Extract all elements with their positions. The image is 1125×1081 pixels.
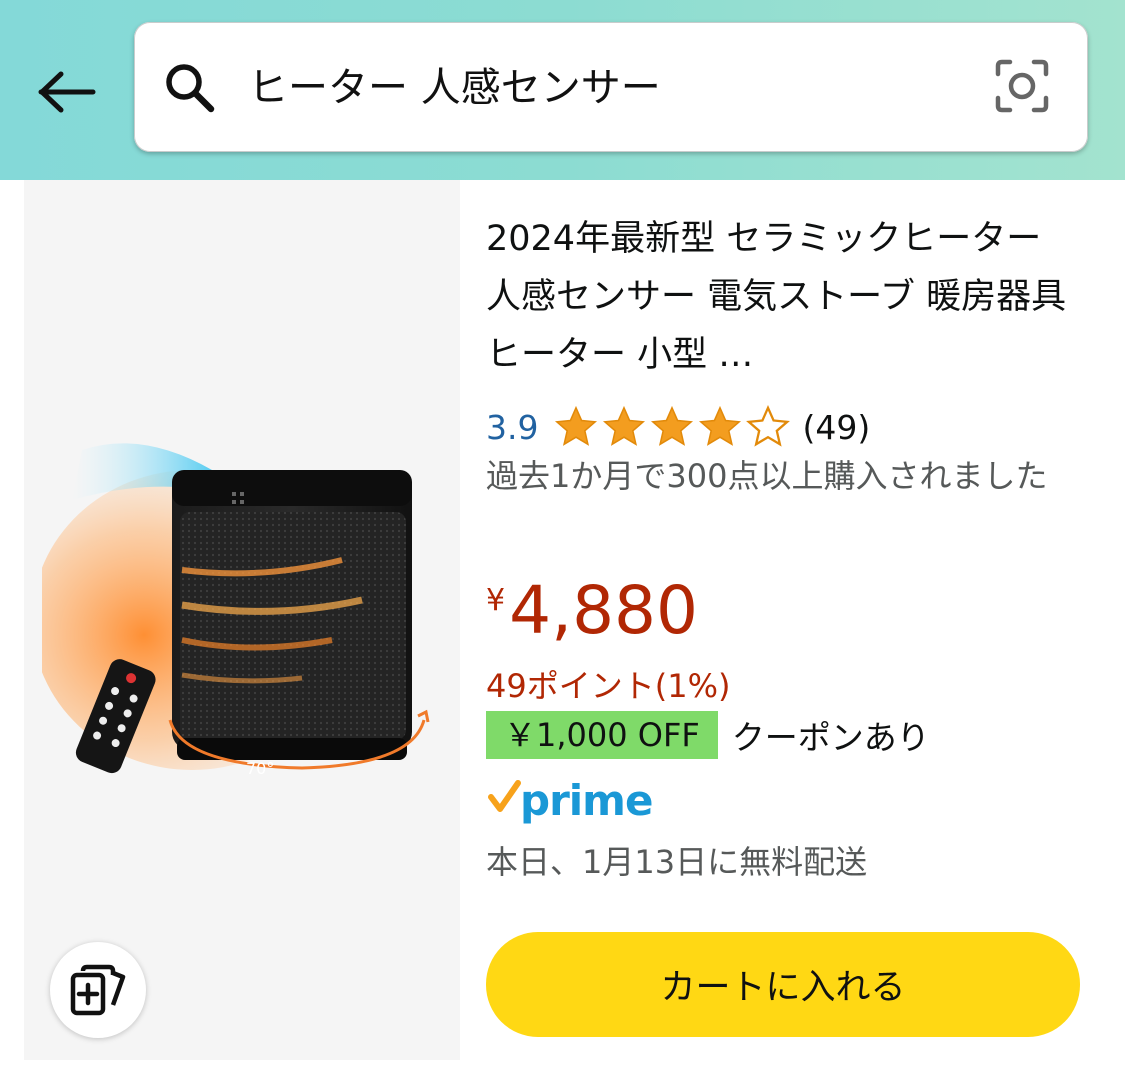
product-card[interactable]: 70° 2024年最新型 セラミックヒーター 人感センサー 電気ストーブ 暖房器… xyxy=(24,180,1100,1060)
price-currency-symbol: ¥ xyxy=(486,583,506,618)
product-info: 2024年最新型 セラミックヒーター 人感センサー 電気ストーブ 暖房器具 ヒー… xyxy=(486,180,1090,1060)
price-value: 4,880 xyxy=(509,572,699,649)
product-image-panel[interactable]: 70° xyxy=(24,180,460,1060)
delivery-text: 本日、1月13日に無料配送 xyxy=(486,843,868,881)
product-image[interactable]: 70° xyxy=(42,420,452,820)
prime-logo-text: prime xyxy=(520,776,652,825)
star-empty-icon xyxy=(746,404,791,447)
coupon-badge: ￥1,000 OFF xyxy=(486,711,718,759)
review-count: (49) xyxy=(802,407,871,447)
coupon-text: クーポンあり xyxy=(731,718,930,757)
star-full-icon xyxy=(555,405,598,446)
search-query-text[interactable]: ヒーター 人感センサー xyxy=(248,60,968,116)
add-to-compare-icon xyxy=(70,964,126,1016)
coupon-row: ￥1,000 OFF クーポンあり xyxy=(486,711,930,759)
top-bar: ヒーター 人感センサー xyxy=(0,0,1125,180)
prime-logo: prime xyxy=(488,776,653,825)
back-button[interactable] xyxy=(32,62,102,122)
add-to-compare-button[interactable] xyxy=(50,942,146,1038)
svg-text:70°: 70° xyxy=(246,759,274,778)
star-full-icon xyxy=(699,405,742,446)
search-input[interactable]: ヒーター 人感センサー xyxy=(134,22,1088,152)
arrow-left-icon xyxy=(38,71,96,113)
product-title[interactable]: 2024年最新型 セラミックヒーター 人感センサー 電気ストーブ 暖房器具 ヒー… xyxy=(486,210,1082,384)
purchase-count-text: 過去1か月で300点以上購入されました xyxy=(486,457,1048,495)
add-to-cart-button[interactable]: カートに入れる xyxy=(486,932,1080,1037)
star-full-icon xyxy=(651,405,694,446)
search-icon xyxy=(166,64,215,113)
star-full-icon xyxy=(603,405,646,446)
rating-value: 3.9 xyxy=(486,407,539,447)
points-text: 49ポイント(1%) xyxy=(486,667,731,705)
camera-lens-icon[interactable] xyxy=(992,56,1052,116)
rating-row[interactable]: 3.9 (49) xyxy=(486,404,870,450)
star-rating xyxy=(552,404,792,450)
price: ¥ 4,880 xyxy=(486,575,698,647)
